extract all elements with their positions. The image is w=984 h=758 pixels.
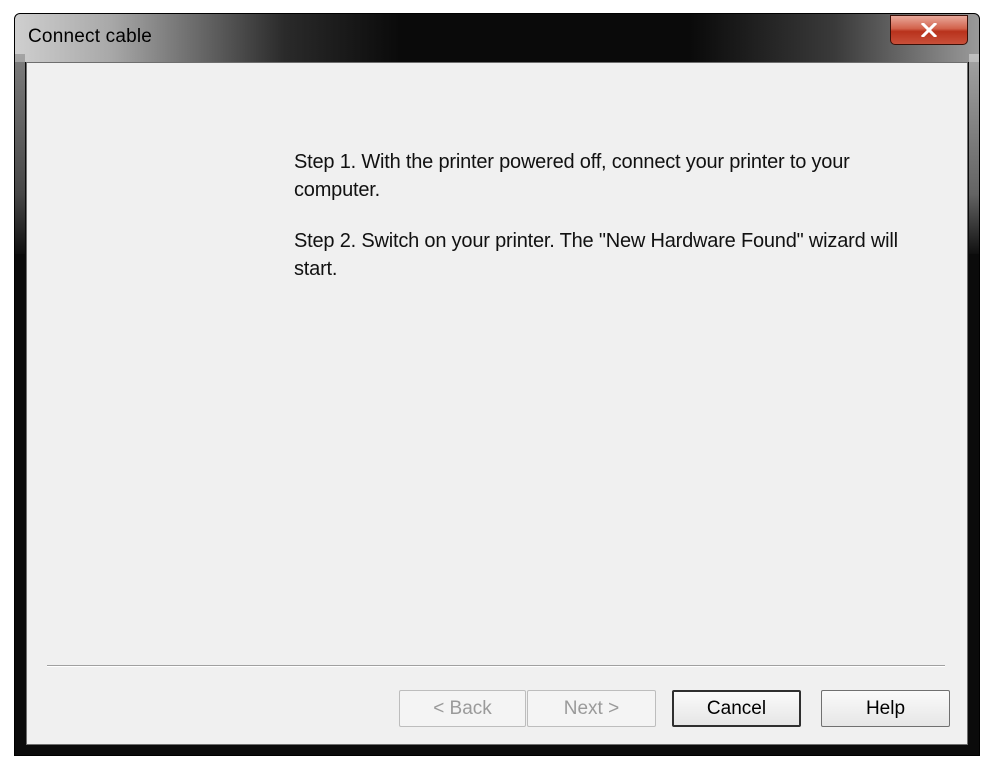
dialog-client-area: Step 1. With the printer powered off, co… [26,62,968,745]
back-button[interactable]: < Back [399,690,526,727]
step-2-text: Step 2. Switch on your printer. The "New… [294,230,898,280]
cancel-button[interactable]: Cancel [672,690,801,727]
next-button[interactable]: Next > [527,690,656,727]
step-1-text: Step 1. With the printer powered off, co… [294,151,850,201]
window-title: Connect cable [28,26,153,47]
instructions: Step 1. With the printer powered off, co… [294,148,934,306]
button-separator [47,665,945,667]
title-bar[interactable]: Connect cable [15,14,979,62]
window-frame-left [15,54,25,254]
window-frame-right [969,54,979,254]
help-button[interactable]: Help [821,690,950,727]
dialog-window: Connect cable Step 1. With the printer p… [14,13,980,756]
close-button[interactable] [890,15,968,45]
close-x-icon [921,23,937,37]
